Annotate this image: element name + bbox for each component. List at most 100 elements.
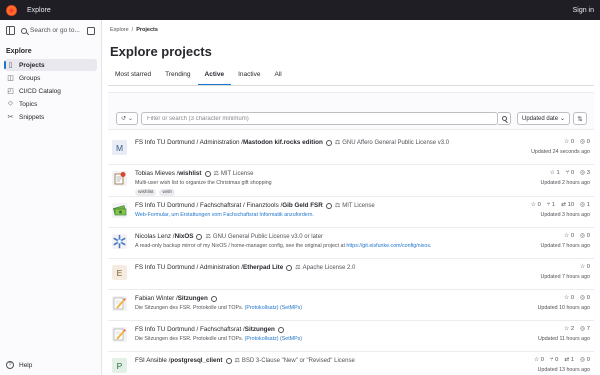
stars-count[interactable]: ☆ 0	[534, 357, 544, 363]
project-name[interactable]: FS Info TU Dortmund / Fachschaftsrat / S…	[135, 326, 465, 333]
project-avatar[interactable]	[112, 327, 127, 342]
license-badge[interactable]: ⚖ MIT License	[335, 202, 375, 210]
license-badge[interactable]: ⚖ GNU Affero General Public License v3.0	[335, 139, 449, 147]
public-visibility-icon	[325, 139, 332, 146]
license-badge[interactable]: ⚖ BSD 3-Clause "New" or "Revised" License	[234, 357, 355, 365]
issues-count[interactable]: ◎ 7	[580, 326, 590, 332]
brand-label[interactable]: Explore	[27, 7, 51, 14]
project-avatar[interactable]	[112, 203, 127, 218]
issues-value: 0	[586, 139, 590, 145]
stars-value: 2	[570, 326, 575, 332]
license-badge[interactable]: ⚖ GNU General Public License v3.0 or late…	[205, 233, 322, 241]
forks-count[interactable]: ⑂ 0	[550, 357, 558, 363]
sort-dropdown[interactable]: Updated date ⌄	[517, 112, 570, 125]
sidebar-item-groups[interactable]: ◫ Groups	[4, 72, 97, 84]
license-label: Apache License 2.0	[302, 264, 356, 271]
stars-count[interactable]: ☆ 2	[564, 326, 574, 332]
sidebar-collapse-icon[interactable]	[87, 26, 95, 35]
stars-count[interactable]: ☆ 0	[564, 233, 574, 239]
description-link[interactable]: (Protokollsatz)	[245, 305, 279, 311]
breadcrumb-current[interactable]: Projects	[136, 27, 158, 33]
stars-value: 0	[570, 295, 575, 301]
project-title: Gib Geld FSR	[282, 202, 323, 209]
project-name[interactable]: Tobias Mieves / wishlist ⚖ MIT License	[135, 170, 465, 177]
tab-inactive[interactable]: Inactive	[231, 69, 267, 86]
sort-direction-button[interactable]: ⇅	[573, 112, 587, 125]
scale-icon: ⚖	[234, 358, 240, 364]
topic-tag[interactable]: wishlist	[135, 189, 157, 196]
group-icon: ◫	[7, 75, 14, 82]
merge-requests-count[interactable]: ⇄ 10	[561, 202, 574, 208]
stars-count[interactable]: ☆ 0	[564, 295, 574, 301]
project-name[interactable]: FSI Ansible / postgresql_client ⚖ BSD 3-C…	[135, 357, 465, 364]
description-link[interactable]: https://git.eisfunke.com/config/nixos.	[346, 243, 431, 249]
project-row: FS Info TU Dortmund / Fachschaftsrat / S…	[108, 321, 594, 352]
description-text: Die Sitzungen des FSR. Protokolle und TO…	[135, 305, 245, 311]
star-icon: ☆	[564, 295, 570, 301]
issues-count[interactable]: ◎ 1	[580, 202, 590, 208]
tab-trending[interactable]: Trending	[158, 69, 197, 86]
merge-requests-count[interactable]: ⇄ 1	[564, 357, 574, 363]
license-badge[interactable]: ⚖ Apache License 2.0	[295, 264, 356, 272]
stars-count[interactable]: ☆ 0	[564, 139, 574, 145]
filter-search-field[interactable]	[141, 112, 498, 125]
project-avatar[interactable]	[112, 234, 127, 249]
help-button[interactable]: ? Help	[6, 361, 32, 369]
description-link[interactable]: (SetMPs)	[280, 305, 302, 311]
project-name[interactable]: FS Info TU Dortmund / Administration / E…	[135, 264, 465, 271]
gitlab-logo-icon[interactable]	[6, 4, 17, 16]
filter-search-input[interactable]	[142, 113, 482, 124]
forks-count[interactable]: ⑂ 1	[547, 202, 555, 208]
pencil-paper-icon	[113, 328, 126, 341]
stars-count[interactable]: ☆ 0	[580, 264, 590, 270]
issues-count[interactable]: ◎ 0	[580, 233, 590, 239]
license-badge[interactable]: ⚖ MIT License	[214, 170, 254, 178]
tab-all[interactable]: All	[267, 69, 288, 86]
search-button[interactable]: Search or go to...	[21, 27, 80, 34]
stars-value: 0	[570, 139, 575, 145]
merge-request-icon: ⇄	[561, 202, 566, 208]
recent-searches-button[interactable]: ↺ ⌄	[116, 112, 138, 125]
project-namespace: Fabian Winter /	[135, 295, 178, 302]
project-avatar[interactable]: E	[112, 265, 127, 280]
project-avatar[interactable]	[112, 296, 127, 311]
sidebar-item-snippets[interactable]: ✂ Snippets	[4, 111, 97, 123]
breadcrumb: Explore / Projects	[110, 27, 158, 33]
project-name[interactable]: FS Info TU Dortmund / Fachschaftsrat / F…	[135, 202, 465, 209]
merge-requests-count[interactable]: ⑂ 0	[566, 170, 574, 176]
stars-count[interactable]: ☆ 1	[550, 170, 560, 176]
topic-tag[interactable]: wish	[159, 189, 176, 196]
updated-time: Updated 2 hours ago	[540, 180, 590, 186]
issues-value: 7	[586, 326, 590, 332]
description-link[interactable]: (SetMPs)	[280, 336, 302, 342]
tab-active[interactable]: Active	[197, 69, 232, 86]
project-row: M FS Info TU Dortmund / Administration /…	[108, 134, 594, 165]
project-name[interactable]: FS Info TU Dortmund / Administration / M…	[135, 139, 465, 146]
sidebar-item-catalog[interactable]: ◰ CI/CD Catalog	[4, 85, 97, 97]
issues-count[interactable]: ◎ 0	[580, 139, 590, 145]
breadcrumb-root[interactable]: Explore	[110, 27, 129, 33]
project-name[interactable]: Nicolas Lenz / NixOS ⚖ GNU General Public…	[135, 233, 465, 240]
sign-in-link[interactable]: Sign in	[573, 7, 594, 14]
sidebar-item-topics[interactable]: ⬦ Topics	[4, 98, 97, 110]
issues-count[interactable]: ◎ 3	[580, 170, 590, 176]
project-avatar[interactable]: P	[112, 358, 127, 373]
updated-time: Updated 7 hours ago	[540, 243, 590, 249]
project-name[interactable]: Fabian Winter / Sitzungen	[135, 295, 465, 302]
sidebar-item-projects[interactable]: ▯ Projects	[4, 59, 97, 71]
project-avatar[interactable]	[112, 171, 127, 186]
mrs-value: 1	[570, 357, 575, 363]
project-namespace: Tobias Mieves /	[135, 170, 179, 177]
nixos-snowflake-icon	[113, 234, 126, 249]
description-link[interactable]: (Protokollsatz)	[245, 336, 279, 342]
issues-count[interactable]: ◎ 0	[580, 357, 590, 363]
star-icon: ☆	[549, 170, 555, 176]
issues-count[interactable]: ◎ 0	[580, 295, 590, 301]
stars-count[interactable]: ☆ 0	[531, 202, 541, 208]
sidebar-toggle-icon[interactable]	[6, 26, 15, 35]
project-avatar[interactable]: M	[112, 140, 127, 155]
updated-time: Updated 11 hours ago	[537, 336, 590, 342]
project-stats: ☆ 0 ⑂ 0 ⇄ 1 ◎ 0	[534, 357, 590, 363]
tab-most-starred[interactable]: Most starred	[108, 69, 158, 86]
search-submit-button[interactable]	[498, 112, 511, 125]
